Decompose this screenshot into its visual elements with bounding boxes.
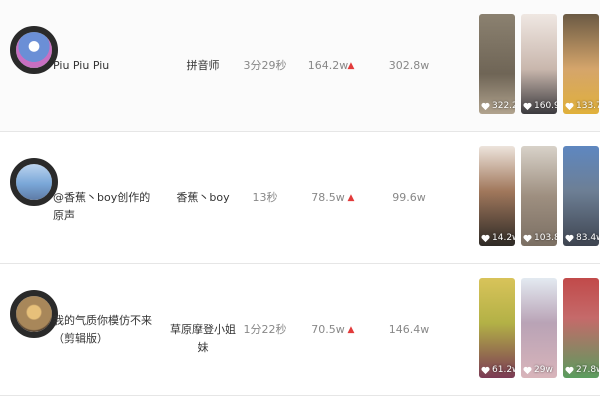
list-item[interactable]: @香蕉丶boy创作的原声 香蕉丶boy 13秒 78.5w ▲ 99.6w 14… <box>0 132 600 264</box>
heart-icon <box>565 366 574 374</box>
author-name[interactable]: 草原摩登小姐妹 <box>168 321 238 357</box>
heart-icon <box>481 366 490 374</box>
thumbnail-like-count: 160.9w <box>534 101 557 111</box>
video-thumbnail[interactable]: 322.2w <box>479 14 515 114</box>
heart-icon <box>523 366 532 374</box>
heart-icon <box>565 234 574 242</box>
heart-icon <box>481 234 490 242</box>
song-title[interactable]: @香蕉丶boy创作的原声 <box>53 189 161 225</box>
avatar[interactable] <box>10 158 58 206</box>
thumbnail-like-count: 133.7w <box>576 101 599 111</box>
duration: 13秒 <box>252 191 278 204</box>
avatar[interactable] <box>10 290 58 338</box>
song-title[interactable]: 我的气质你模仿不来（剪辑版） <box>53 312 161 348</box>
heart-icon <box>523 102 532 110</box>
up-triangle-icon: ▲ <box>347 61 355 71</box>
avatar[interactable] <box>10 26 58 74</box>
thumbnail-like-count: 14.2w <box>492 233 515 243</box>
video-thumbnail[interactable]: 133.7w <box>563 14 599 114</box>
video-thumbnail[interactable]: 61.2w <box>479 278 515 378</box>
play-count: 99.6w <box>392 191 426 204</box>
play-count: 146.4w <box>388 323 430 336</box>
author-name[interactable]: 香蕉丶boy <box>168 189 238 207</box>
video-thumbnail[interactable]: 14.2w <box>479 146 515 246</box>
duration: 3分29秒 <box>243 59 287 72</box>
list-item[interactable]: Piu Piu Piu 拼音师 3分29秒 164.2w ▲ 302.8w 32… <box>0 0 600 132</box>
thumbnail-like-count: 83.4w <box>576 233 599 243</box>
thumbnail-like-count: 103.8w <box>534 233 557 243</box>
music-ranking-list: Piu Piu Piu 拼音师 3分29秒 164.2w ▲ 302.8w 32… <box>0 0 600 400</box>
duration: 1分22秒 <box>243 323 287 336</box>
author-name[interactable]: 拼音师 <box>168 57 238 75</box>
thumbnail-like-count: 27.8w <box>576 365 599 375</box>
up-triangle-icon: ▲ <box>347 325 355 335</box>
video-thumbnail[interactable]: 29w <box>521 278 557 378</box>
thumbnail-like-count: 29w <box>534 365 553 375</box>
heart-icon <box>565 102 574 110</box>
heart-icon <box>523 234 532 242</box>
video-thumbnail[interactable]: 27.8w <box>563 278 599 378</box>
thumbnail-like-count: 61.2w <box>492 365 515 375</box>
video-thumbnail[interactable]: 160.9w <box>521 14 557 114</box>
video-thumbnail[interactable]: 83.4w <box>563 146 599 246</box>
play-count: 302.8w <box>388 59 430 72</box>
song-title[interactable]: Piu Piu Piu <box>53 57 161 75</box>
video-thumbnail[interactable]: 103.8w <box>521 146 557 246</box>
thumbnail-like-count: 322.2w <box>492 101 515 111</box>
list-item[interactable]: 我的气质你模仿不来（剪辑版） 草原摩登小姐妹 1分22秒 70.5w ▲ 146… <box>0 264 600 396</box>
up-triangle-icon: ▲ <box>347 193 355 203</box>
heart-icon <box>481 102 490 110</box>
